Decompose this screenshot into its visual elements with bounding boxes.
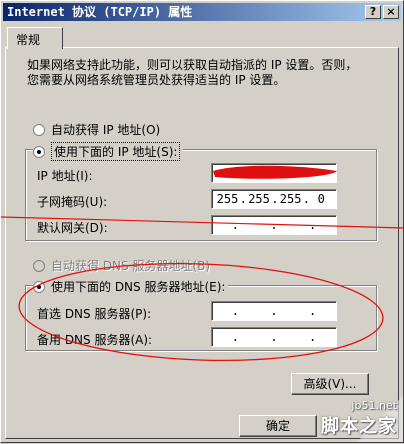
subnet-octet-4: 0: [317, 192, 325, 206]
subnet-mask-input[interactable]: 255. 255. 255. 0: [211, 189, 337, 209]
watermark-logo: jb51.net 脚本之家: [321, 399, 397, 438]
gateway-dot-3: .: [309, 218, 317, 232]
ip-auto-radio[interactable]: [33, 123, 45, 136]
adns-dot-2: .: [270, 330, 278, 344]
dns-auto-radio[interactable]: [33, 259, 45, 272]
ip-auto-radio-row[interactable]: 自动获得 IP 地址(O): [33, 121, 164, 138]
dns-manual-radio[interactable]: [33, 280, 45, 293]
window-title: Internet 协议 (TCP/IP) 属性: [7, 5, 193, 19]
alternate-dns-label: 备用 DNS 服务器(A):: [37, 333, 153, 347]
default-gateway-input[interactable]: . . .: [211, 215, 337, 235]
tcpip-properties-window: Internet 协议 (TCP/IP) 属性 ? × 常规 如果网络支持此功能…: [0, 0, 404, 443]
gateway-dot-2: .: [270, 218, 278, 232]
adns-dot-3: .: [309, 330, 317, 344]
description-line-1: 如果网络支持此功能，则可以获取自动指派的 IP 设置。否则，: [27, 58, 358, 72]
ip-manual-label: 使用下面的 IP 地址(S):: [51, 142, 181, 161]
ip-auto-label: 自动获得 IP 地址(O): [51, 123, 161, 137]
description-line-2: 您需要从网络系统管理员处获得适当的 IP 设置。: [27, 73, 286, 87]
dns-manual-label: 使用下面的 DNS 服务器地址(E):: [51, 280, 226, 294]
advanced-button[interactable]: 高级(V)...: [291, 373, 369, 395]
description-text: 如果网络支持此功能，则可以获取自动指派的 IP 设置。否则， 您需要从网络系统管…: [27, 58, 377, 88]
subnet-octet-2: 255: [248, 192, 270, 206]
pdns-dot-3: .: [309, 304, 317, 318]
preferred-dns-label: 首选 DNS 服务器(P):: [37, 307, 152, 321]
pdns-dot-1: .: [231, 304, 239, 318]
preferred-dns-input[interactable]: . . .: [211, 301, 337, 321]
ok-button[interactable]: 确定: [239, 415, 317, 437]
dns-auto-label: 自动获得 DNS 服务器地址(B): [51, 259, 211, 273]
ip-address-label: IP 地址(I):: [37, 169, 93, 183]
default-gateway-label: 默认网关(D):: [37, 221, 108, 235]
close-button[interactable]: ×: [383, 5, 399, 19]
ip-manual-radio-row[interactable]: 使用下面的 IP 地址(S):: [33, 142, 184, 161]
alternate-dns-input[interactable]: . . .: [211, 327, 337, 347]
dns-auto-radio-row[interactable]: 自动获得 DNS 服务器地址(B): [33, 257, 214, 274]
watermark-url: jb51.net: [351, 399, 397, 412]
ip-manual-radio[interactable]: [33, 145, 45, 158]
gateway-dot-1: .: [231, 218, 239, 232]
pdns-dot-2: .: [270, 304, 278, 318]
subnet-octet-3: 255: [279, 192, 302, 206]
adns-dot-1: .: [231, 330, 239, 344]
watermark-text: 脚本之家: [321, 416, 397, 437]
subnet-mask-label: 子网掩码(U):: [37, 195, 108, 209]
subnet-octet-1: 255: [216, 192, 239, 206]
tab-general[interactable]: 常规: [7, 27, 63, 49]
title-bar[interactable]: Internet 协议 (TCP/IP) 属性 ? ×: [3, 3, 401, 21]
dns-manual-radio-row[interactable]: 使用下面的 DNS 服务器地址(E):: [33, 278, 229, 295]
help-button[interactable]: ?: [365, 5, 381, 19]
ip-address-input[interactable]: [211, 163, 337, 183]
